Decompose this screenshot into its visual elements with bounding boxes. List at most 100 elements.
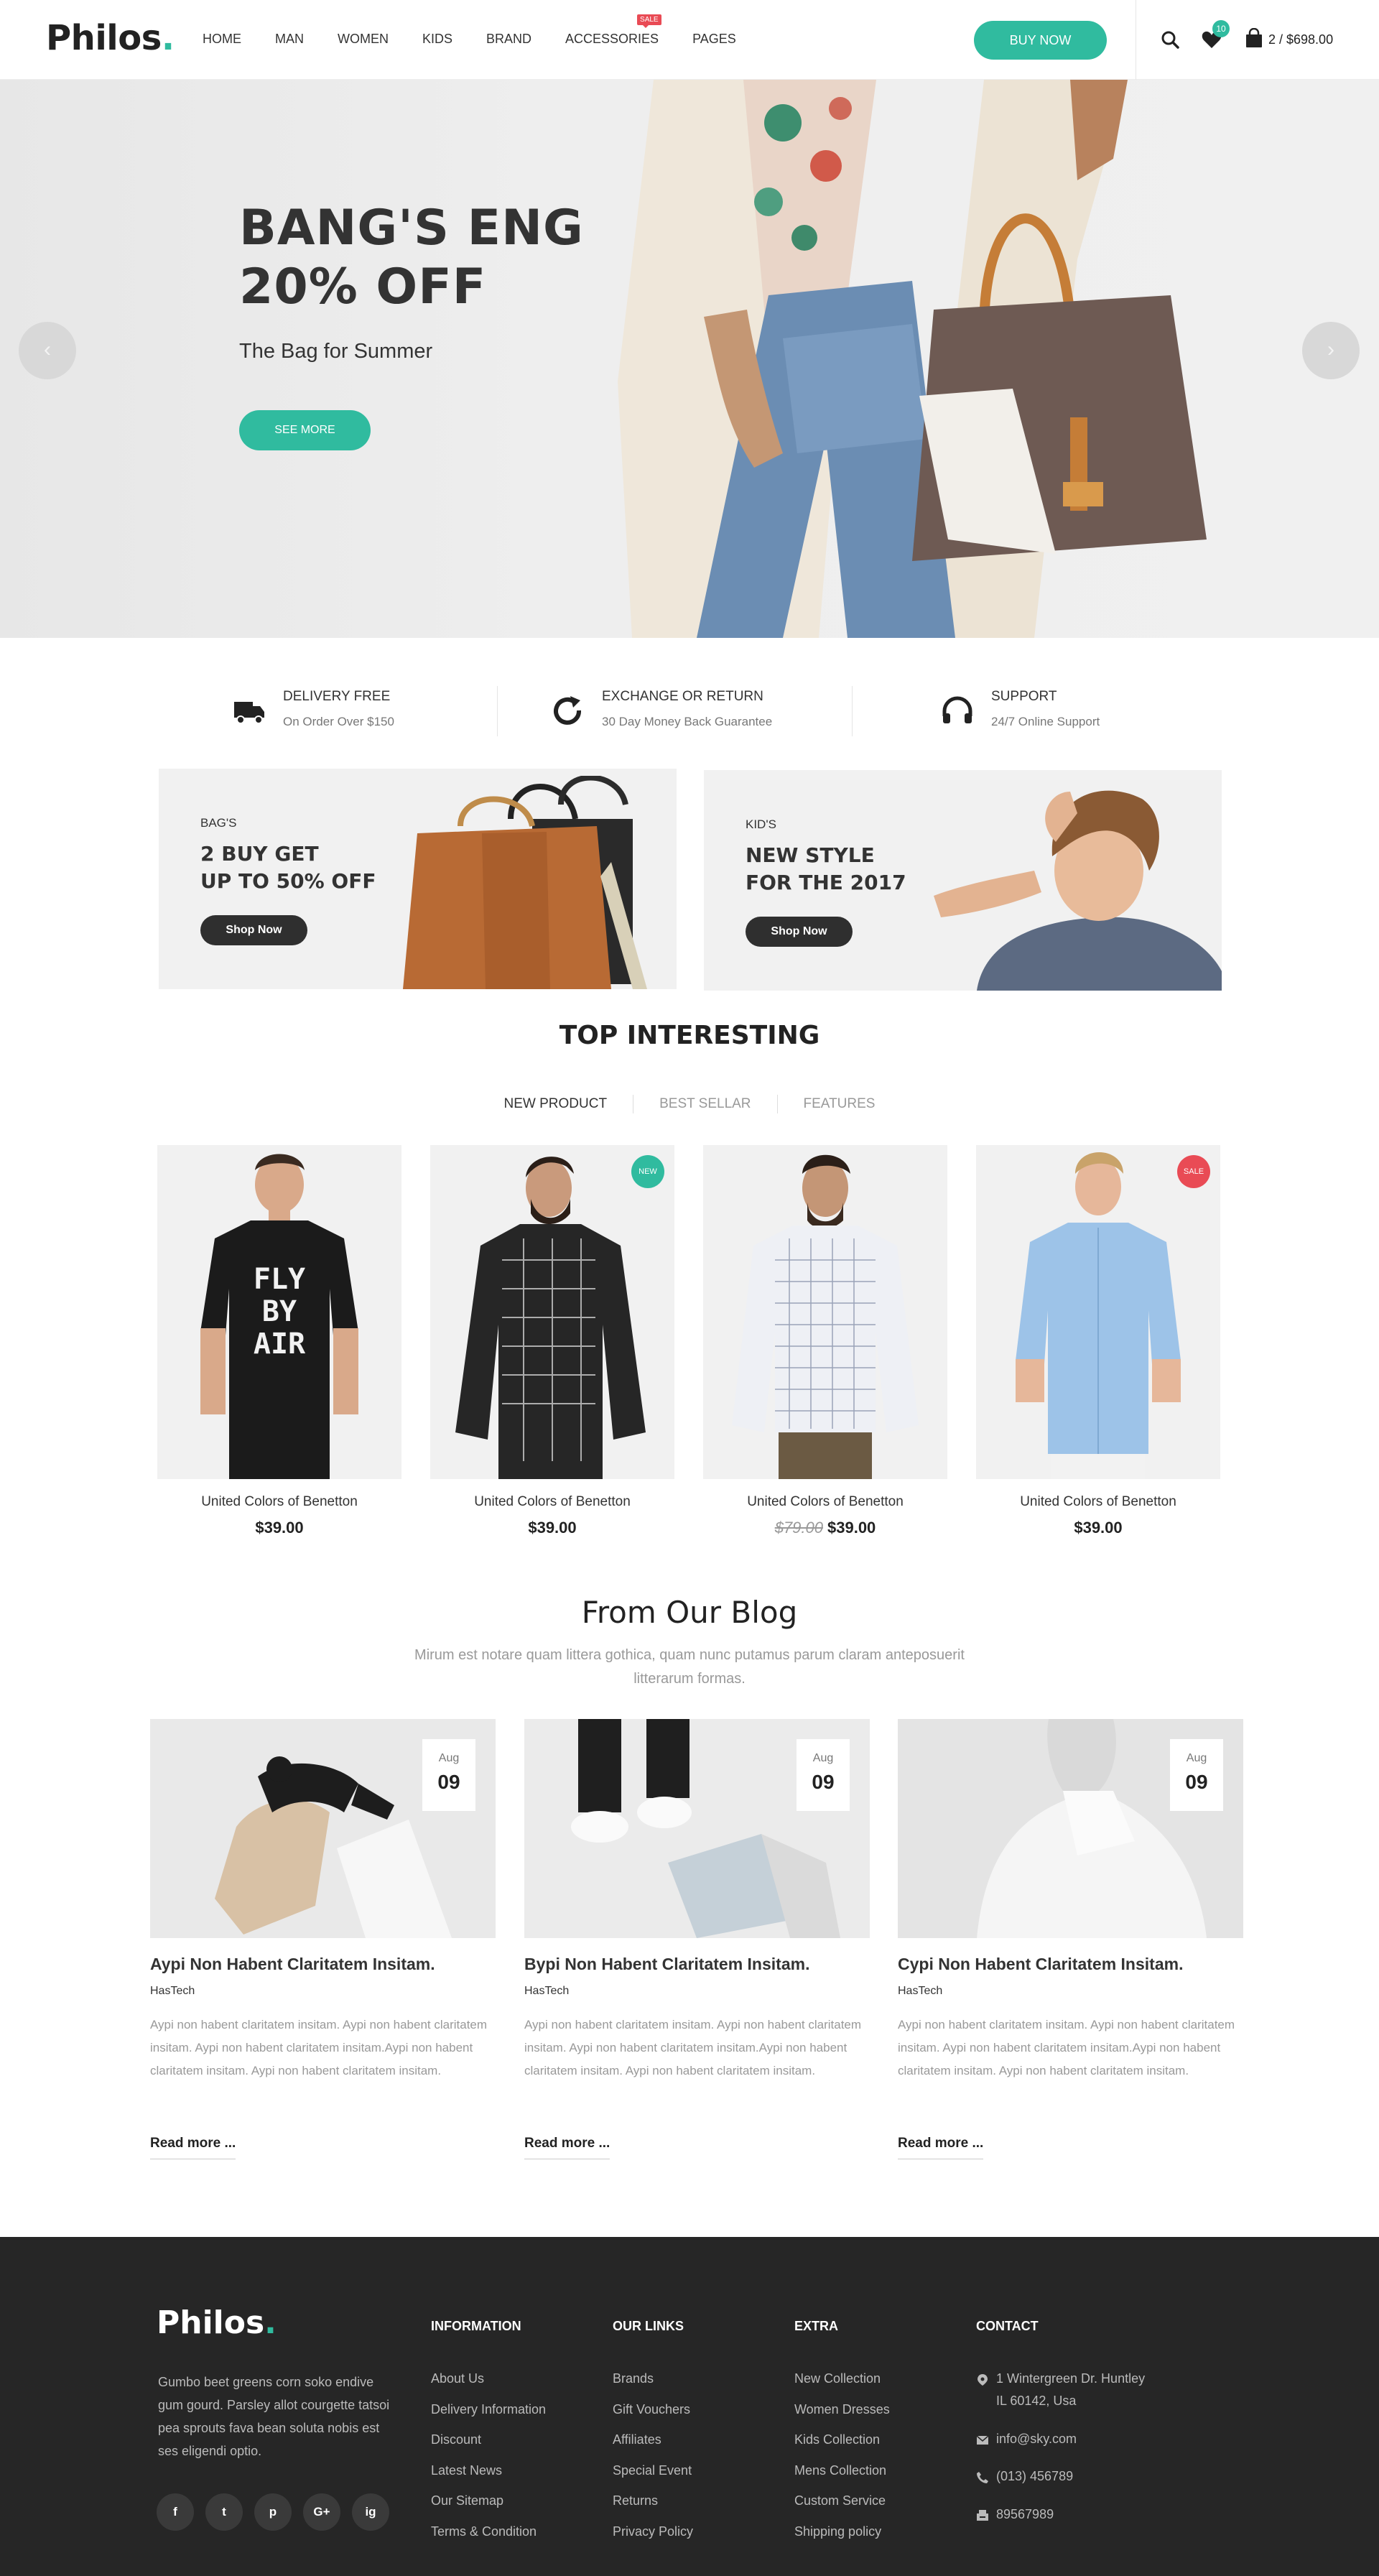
- footer-link-special-event[interactable]: Special Event: [613, 2463, 692, 2478]
- footer-link-discount[interactable]: Discount: [431, 2432, 481, 2447]
- product-name[interactable]: United Colors of Benetton: [157, 1494, 401, 1510]
- pinterest-icon[interactable]: p: [254, 2493, 292, 2531]
- nav-brand[interactable]: BRAND: [486, 32, 531, 47]
- man-blue-shirt-image: [1016, 1152, 1181, 1479]
- blog-post-title[interactable]: Cypi Non Habent Claritatem Insitam.: [898, 1955, 1183, 1974]
- see-more-button[interactable]: SEE MORE: [239, 410, 371, 450]
- footer-link-latest-news[interactable]: Latest News: [431, 2463, 502, 2478]
- nav-women[interactable]: WOMEN: [338, 32, 389, 47]
- facebook-icon[interactable]: f: [157, 2493, 194, 2531]
- banner-title-line1: NEW STYLE: [746, 843, 875, 867]
- footer-link-women-dresses[interactable]: Women Dresses: [794, 2402, 890, 2417]
- buy-now-button[interactable]: BUY NOW: [974, 21, 1107, 60]
- blog-post-author[interactable]: HasTech: [524, 1985, 569, 1998]
- blog-post-title[interactable]: Aypi Non Habent Claritatem Insitam.: [150, 1955, 435, 1974]
- blog-section-title: From Our Blog: [581, 1595, 798, 1630]
- footer-link-gift-vouchers[interactable]: Gift Vouchers: [613, 2402, 690, 2417]
- bags-promo-banner[interactable]: BAG'S 2 BUY GET UP TO 50% OFF Shop Now: [159, 769, 677, 989]
- blog-post-author[interactable]: HasTech: [898, 1985, 942, 1998]
- tab-best-seller[interactable]: BEST SELLAR: [633, 1096, 776, 1112]
- footer-link-new-collection[interactable]: New Collection: [794, 2371, 881, 2386]
- product-image[interactable]: [703, 1145, 947, 1479]
- nav-pages[interactable]: PAGES: [692, 32, 736, 47]
- kid-image: [934, 790, 1222, 991]
- nav-man[interactable]: MAN: [275, 32, 304, 47]
- feature-desc: 30 Day Money Back Guarantee: [602, 715, 773, 728]
- banner-tag: BAG'S: [200, 816, 237, 830]
- shirt-text-by: BY: [262, 1295, 297, 1328]
- footer-link-privacy-policy[interactable]: Privacy Policy: [613, 2524, 693, 2539]
- hero-title-line1: BANG'S ENG: [239, 200, 584, 256]
- tab-features[interactable]: FEATURES: [778, 1096, 901, 1112]
- footer-link-custom-service[interactable]: Custom Service: [794, 2493, 886, 2508]
- footer-link-delivery-info[interactable]: Delivery Information: [431, 2402, 546, 2417]
- blog-post-title[interactable]: Bypi Non Habent Claritatem Insitam.: [524, 1955, 809, 1974]
- truck-icon: [234, 702, 264, 724]
- hero-model-image: [618, 80, 1207, 638]
- kids-promo-banner[interactable]: KID'S NEW STYLE FOR THE 2017 Shop Now: [704, 770, 1222, 991]
- footer-link-kids-collection[interactable]: Kids Collection: [794, 2432, 880, 2447]
- footer-link-affiliates[interactable]: Affiliates: [613, 2432, 661, 2447]
- read-more-link[interactable]: Read more ...: [150, 2136, 236, 2159]
- banner-title-line2: FOR THE 2017: [746, 871, 906, 894]
- footer-link-about-us[interactable]: About Us: [431, 2371, 484, 2386]
- instagram-icon[interactable]: ig: [352, 2493, 389, 2531]
- feature-divider: [497, 686, 498, 736]
- top-interesting-title: TOP INTERESTING: [559, 1021, 820, 1050]
- shopping-bag-icon[interactable]: [1245, 28, 1263, 48]
- feature-divider: [852, 686, 853, 736]
- footer-description: Gumbo beet greens corn soko endive gum g…: [158, 2375, 390, 2458]
- product-price: $39.00: [157, 1519, 401, 1537]
- nav-accessories[interactable]: ACCESSORIES SALE: [565, 14, 661, 47]
- footer-link-sitemap[interactable]: Our Sitemap: [431, 2493, 503, 2508]
- new-badge: NEW: [631, 1155, 664, 1188]
- main-nav: HOME MAN WOMEN KIDS BRAND ACCESSORIES SA…: [203, 14, 770, 47]
- man-black-tshirt-image: FLY BY AIR: [200, 1154, 358, 1479]
- footer-link-terms[interactable]: Terms & Condition: [431, 2524, 537, 2539]
- cart-summary[interactable]: 2 / $698.00: [1268, 32, 1333, 47]
- footer-link-shipping-policy[interactable]: Shipping policy: [794, 2524, 881, 2539]
- contact-address-line1: 1 Wintergreen Dr. Huntley: [996, 2371, 1146, 2386]
- slider-prev-button[interactable]: ‹: [19, 322, 76, 379]
- product-name[interactable]: United Colors of Benetton: [703, 1494, 947, 1510]
- blog-post-excerpt: Aypi non habent claritatem insitam. Aypi…: [524, 2018, 862, 2077]
- blog-date-day: 09: [812, 1771, 835, 1793]
- site-logo[interactable]: Philos.: [46, 18, 175, 58]
- product-image[interactable]: NEW: [430, 1145, 674, 1479]
- product-image[interactable]: FLY BY AIR: [157, 1145, 401, 1479]
- product-name[interactable]: United Colors of Benetton: [430, 1494, 674, 1510]
- read-more-link[interactable]: Read more ...: [898, 2136, 984, 2159]
- banner-title: 2 BUY GET UP TO 50% OFF: [200, 840, 376, 895]
- blog-date-day: 09: [1185, 1771, 1208, 1793]
- fax-icon: [977, 2510, 988, 2521]
- footer-logo[interactable]: Philos.: [157, 2304, 277, 2341]
- footer-link-returns[interactable]: Returns: [613, 2493, 658, 2508]
- product-name[interactable]: United Colors of Benetton: [976, 1494, 1220, 1510]
- shop-now-button[interactable]: Shop Now: [746, 917, 853, 947]
- contact-phone[interactable]: (013) 456789: [996, 2469, 1073, 2484]
- read-more-link[interactable]: Read more ...: [524, 2136, 610, 2159]
- blog-post-excerpt: Aypi non habent claritatem insitam. Aypi…: [150, 2018, 488, 2077]
- product-old-price: $79.00: [774, 1519, 823, 1537]
- nav-home[interactable]: HOME: [203, 32, 241, 47]
- google-plus-icon[interactable]: G+: [303, 2493, 340, 2531]
- tab-new-product[interactable]: NEW PRODUCT: [478, 1096, 633, 1112]
- footer-link-mens-collection[interactable]: Mens Collection: [794, 2463, 886, 2478]
- site-header: Philos. HOME MAN WOMEN KIDS BRAND ACCESS…: [0, 0, 1379, 80]
- nav-accessories-label: ACCESSORIES: [565, 32, 659, 46]
- nav-kids[interactable]: KIDS: [422, 32, 452, 47]
- footer-link-brands[interactable]: Brands: [613, 2371, 654, 2386]
- twitter-icon[interactable]: t: [205, 2493, 243, 2531]
- map-marker-icon: [978, 2374, 988, 2386]
- hero-slider: BANG'S ENG 20% OFF The Bag for Summer SE…: [0, 80, 1379, 638]
- search-icon[interactable]: [1160, 29, 1180, 50]
- shop-now-button[interactable]: Shop Now: [200, 915, 307, 945]
- slider-next-button[interactable]: ›: [1302, 322, 1360, 379]
- contact-email[interactable]: info@sky.com: [996, 2432, 1077, 2447]
- product-image[interactable]: SALE: [976, 1145, 1220, 1479]
- blog-post-author[interactable]: HasTech: [150, 1985, 195, 1998]
- headphones-icon: [942, 696, 972, 723]
- banner-tag: KID'S: [746, 817, 776, 831]
- hero-title: BANG'S ENG 20% OFF: [239, 199, 584, 317]
- feature-title: DELIVERY FREE: [283, 689, 391, 704]
